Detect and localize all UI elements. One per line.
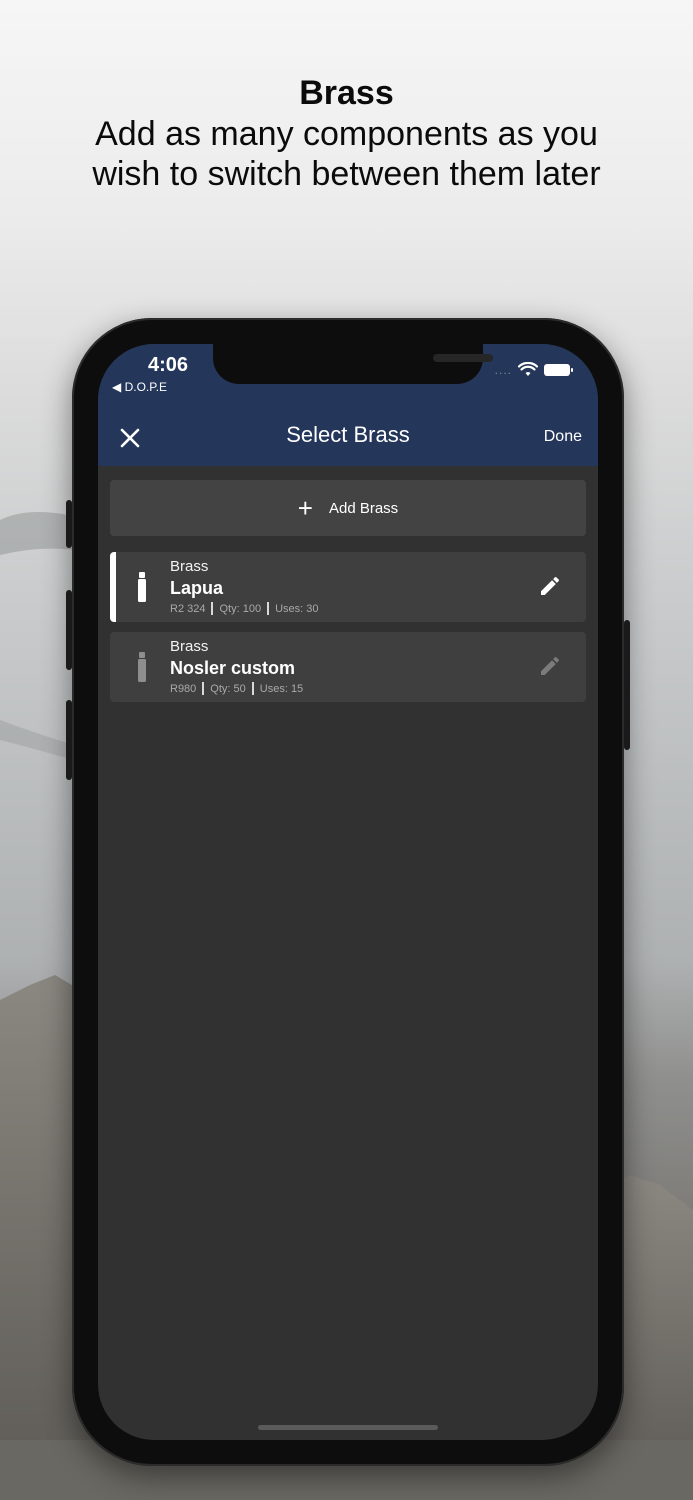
brass-item-nosler-custom[interactable]: Brass Nosler custom R980 Qty: 50 Uses: 1… [110, 632, 586, 702]
status-time: 4:06 [148, 354, 189, 376]
item-name: Lapua [170, 578, 224, 598]
notch [213, 344, 493, 384]
item-qty: Qty: 50 [210, 682, 246, 695]
cartridge-case-icon [138, 652, 146, 682]
item-price: R980 [170, 682, 197, 695]
speaker-grille [433, 354, 493, 362]
battery-icon [544, 364, 573, 376]
item-uses: Uses: 15 [259, 682, 304, 695]
volume-down-button [66, 700, 72, 780]
headline-title: Brass [299, 74, 394, 112]
meta-divider [267, 602, 270, 615]
add-brass-label: Add Brass [328, 499, 399, 517]
power-button [624, 620, 630, 750]
nav-bar: Select Brass Done [98, 416, 598, 466]
headline-subtitle-line-1: Add as many components as you [95, 115, 598, 153]
home-indicator[interactable] [258, 1425, 438, 1430]
item-category: Brass [170, 638, 209, 655]
brass-item-lapua[interactable]: Brass Lapua R2 324 Qty: 100 Uses: 30 [110, 552, 586, 622]
marketing-headline: Brass Add as many components as you wish… [0, 72, 693, 194]
item-qty: Qty: 100 [219, 602, 262, 615]
done-button[interactable]: Done [544, 428, 582, 446]
item-uses: Uses: 30 [275, 602, 319, 615]
edit-pencil-icon[interactable] [538, 654, 562, 678]
item-name: Nosler custom [170, 658, 296, 678]
app-header: 4:06 ◀ D.O.P.E .... Select Brass Done [98, 344, 598, 466]
item-meta: R2 324 Qty: 100 Uses: 30 [170, 602, 318, 615]
plus-icon: + [297, 493, 313, 523]
volume-up-button [66, 590, 72, 670]
signal-dots: .... [494, 363, 512, 377]
add-brass-button[interactable]: + Add Brass [110, 480, 586, 536]
screen-title: Select Brass [286, 422, 410, 447]
app-screen: 4:06 ◀ D.O.P.E .... Select Brass Done + … [98, 344, 598, 1440]
phone-frame: 4:06 ◀ D.O.P.E .... Select Brass Done + … [66, 318, 630, 1466]
wifi-icon [518, 362, 538, 376]
headline-subtitle-line-2: wish to switch between them later [92, 155, 601, 193]
edit-pencil-icon[interactable] [538, 574, 562, 598]
item-price: R2 324 [170, 602, 206, 615]
meta-divider [202, 682, 205, 695]
status-icons: .... [494, 362, 573, 378]
meta-divider [211, 602, 214, 615]
item-category: Brass [170, 558, 209, 575]
item-meta: R980 Qty: 50 Uses: 15 [170, 682, 303, 695]
mute-switch [66, 500, 72, 548]
back-to-app-link[interactable]: ◀ D.O.P.E [112, 380, 167, 394]
cartridge-case-icon [138, 572, 146, 602]
meta-divider [251, 682, 254, 695]
